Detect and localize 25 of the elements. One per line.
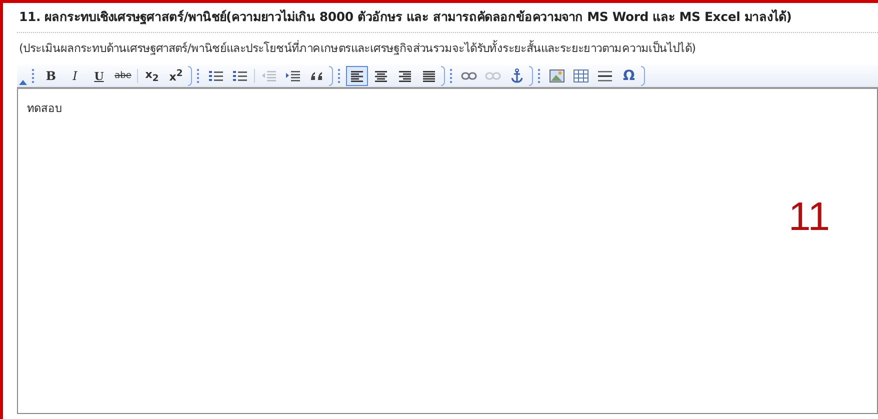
indent-icon [285, 68, 301, 84]
section-heading: 11. ผลกระทบเชิงเศรษฐศาสตร์/พานิชย์(ความยาวไม่เกิน 8000 ตัวอักษร และ สามารถคัดลอกข้อความจาก MS Word และ MS Excel มาลงได้) [17, 6, 878, 33]
image-icon [549, 68, 565, 84]
justify-icon [421, 68, 437, 84]
bulleted-list-icon [232, 68, 248, 84]
subscript-button[interactable]: x$_{2}$ [141, 66, 163, 86]
numbered-list-icon [208, 68, 224, 84]
anchor-icon [509, 68, 525, 84]
table-icon [573, 68, 589, 84]
collapse-icon[interactable] [19, 80, 27, 85]
align-right-icon [397, 68, 413, 84]
underline-button[interactable]: U [88, 66, 110, 86]
strikethrough-button[interactable]: abe [112, 66, 134, 86]
horizontal-rule-icon [597, 68, 613, 84]
special-character-button[interactable]: Ω [618, 66, 640, 86]
superscript-button[interactable]: x$^{2}$ [165, 66, 187, 86]
outdent-icon [261, 68, 277, 84]
align-center-icon [373, 68, 389, 84]
align-left-icon [349, 68, 365, 84]
bold-button[interactable]: B [40, 66, 62, 86]
italic-button[interactable]: I [64, 66, 86, 86]
align-left-button[interactable] [346, 66, 368, 86]
section-hint: (ประเมินผลกระทบด้านเศรษฐศาสตร์/พานิชย์และประโยชน์ที่ภาคเกษตรและเศรษฐกิจส่วนรวมจะได้รับทั้งระยะสั้นและระยะยาวตามความเป็นไปได้) [18, 39, 697, 57]
editor-text: ทดสอบ [27, 102, 62, 115]
annotation-number: 11 [788, 195, 830, 240]
